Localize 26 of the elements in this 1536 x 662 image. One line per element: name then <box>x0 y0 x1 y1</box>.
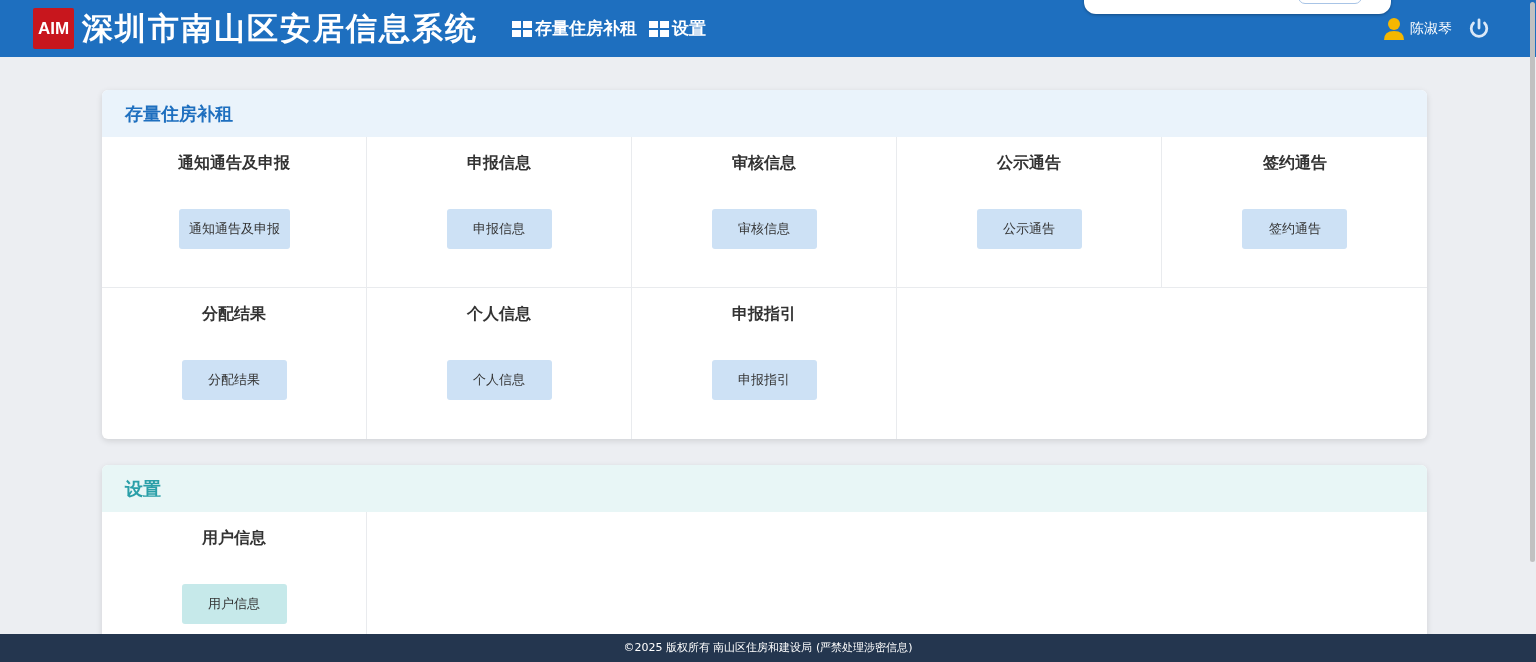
item-button[interactable]: 审核信息 <box>711 209 817 249</box>
item-title: 分配结果 <box>202 303 266 325</box>
item-button[interactable]: 通知通告及申报 <box>178 209 290 249</box>
user-name[interactable]: 陈淑琴 <box>1410 18 1452 39</box>
item-title: 公示通告 <box>997 152 1061 174</box>
item-button[interactable]: 签约通告 <box>1242 209 1347 249</box>
item-title: 签约通告 <box>1262 152 1327 174</box>
nav-link[interactable]: 设置 <box>649 15 706 42</box>
item-button[interactable]: 申报信息 <box>446 209 552 249</box>
item-title: 通知通告及申报 <box>178 152 290 174</box>
item-title: 申报指引 <box>732 303 796 325</box>
item-button[interactable]: 用户信息 <box>181 584 287 624</box>
app-title: 深圳市南山区安居信息系统 <box>82 9 478 49</box>
item-title: 审核信息 <box>732 152 796 174</box>
item-button[interactable]: 公示通告 <box>976 209 1082 249</box>
item-button[interactable]: 分配结果 <box>181 360 287 400</box>
item-title: 申报信息 <box>467 152 531 174</box>
item-button[interactable]: 个人信息 <box>446 360 552 400</box>
section-title: 设置 <box>125 477 161 501</box>
nav-link[interactable]: 存量住房补租 <box>512 15 637 42</box>
item-title: 用户信息 <box>202 527 266 549</box>
logo: AIM <box>33 8 74 49</box>
section-title: 存量住房补租 <box>125 102 233 126</box>
item-title: 个人信息 <box>467 303 531 325</box>
copyright-text: ©2025 版权所有 南山区住房和建设局 (严禁处理涉密信息) <box>623 639 913 656</box>
item-button[interactable]: 申报指引 <box>711 360 817 400</box>
